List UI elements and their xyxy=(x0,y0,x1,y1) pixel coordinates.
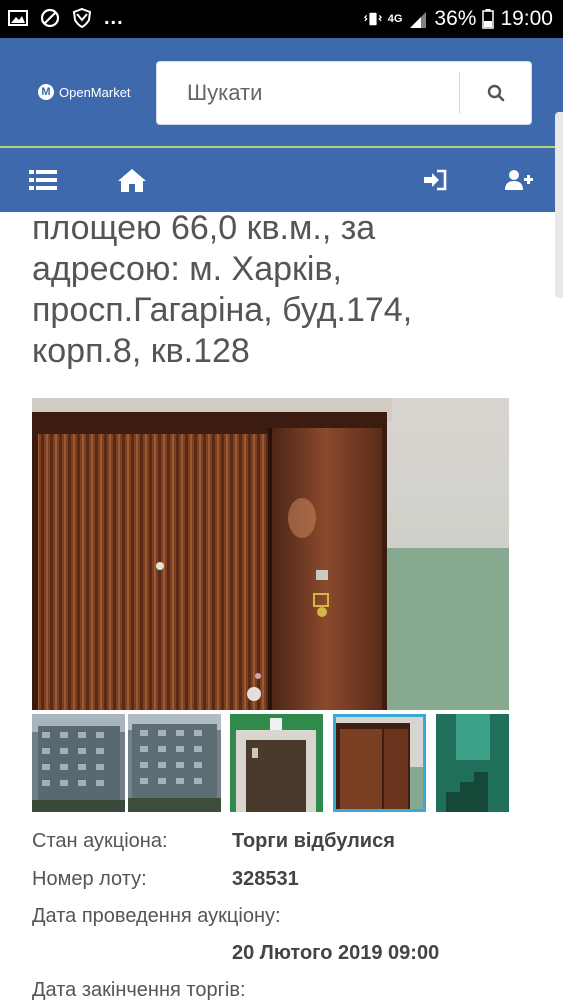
more-notifications: ... xyxy=(104,7,124,29)
detail-row-status: Стан аукціона: Торги відбулися xyxy=(32,830,532,856)
blocked-notification-icon xyxy=(40,8,60,28)
shield-notification-icon xyxy=(72,8,92,28)
menu-button[interactable] xyxy=(28,166,58,194)
detail-label: Дата проведення аукціону: xyxy=(32,905,281,927)
building-thumb-image xyxy=(32,714,125,812)
lot-title: площею 66,0 кв.м., за адресою: м. Харків… xyxy=(32,208,532,372)
logo-icon: M xyxy=(38,84,54,100)
vibrate-icon xyxy=(363,12,382,26)
title-line: просп.Гагаріна, буд.174, xyxy=(32,291,413,329)
detail-label: Номер лоту: xyxy=(32,868,147,890)
thumbnail-selected[interactable] xyxy=(333,714,426,812)
user-plus-icon xyxy=(505,170,533,190)
logo-text: OpenMarket xyxy=(59,84,131,100)
search-box xyxy=(156,61,532,125)
building-thumb-image xyxy=(128,714,221,812)
signal-icon xyxy=(410,12,427,28)
home-button[interactable] xyxy=(117,166,147,194)
sign-in-icon xyxy=(424,169,447,191)
scrollbar[interactable] xyxy=(555,112,563,298)
door-photo-image xyxy=(32,398,509,710)
thumbnail[interactable] xyxy=(128,714,221,812)
home-icon xyxy=(118,169,146,192)
site-header: M OpenMarket xyxy=(0,38,563,146)
network-type: 4G xyxy=(387,13,403,25)
detail-label: Стан аукціона: xyxy=(32,830,168,852)
detail-value: 328531 xyxy=(232,868,299,890)
main-photo[interactable] xyxy=(32,398,509,710)
clock: 19:00 xyxy=(500,7,553,30)
sign-in-button[interactable] xyxy=(420,166,450,194)
battery-icon xyxy=(482,9,495,29)
title-line: площею 66,0 кв.м., за xyxy=(32,209,376,247)
search-icon xyxy=(487,84,505,102)
status-bar: ... 4G 36% 19:00 xyxy=(0,0,563,38)
thumbnail[interactable] xyxy=(436,714,509,812)
door-thumb-image xyxy=(336,717,423,809)
thumbnail[interactable] xyxy=(32,714,125,812)
search-input[interactable] xyxy=(157,62,459,124)
gallery-notification-icon xyxy=(8,10,28,26)
detail-value: 20 Лютого 2019 09:00 xyxy=(232,942,440,964)
search-button[interactable] xyxy=(460,62,532,124)
title-line: адресою: м. Харків, xyxy=(32,250,342,288)
list-icon xyxy=(29,170,57,190)
entrance-thumb-image xyxy=(230,714,323,812)
detail-row-end-date: Дата закінчення торгів: xyxy=(32,979,532,1000)
stairwell-thumb-image xyxy=(436,714,509,812)
title-line: корп.8, кв.128 xyxy=(32,332,250,370)
register-button[interactable] xyxy=(504,166,534,194)
thumbnail-strip xyxy=(32,714,509,812)
thumbnail[interactable] xyxy=(230,714,323,812)
detail-row-auction-date-value: 20 Лютого 2019 09:00 xyxy=(32,942,532,968)
detail-value: Торги відбулися xyxy=(232,830,395,852)
detail-row-auction-date: Дата проведення аукціону: xyxy=(32,905,532,931)
nav-bar xyxy=(0,148,563,212)
battery-percent: 36% xyxy=(434,7,477,30)
detail-row-lot-number: Номер лоту: 328531 xyxy=(32,868,532,894)
openmarket-logo[interactable]: M OpenMarket xyxy=(38,84,131,100)
detail-label: Дата закінчення торгів: xyxy=(32,979,246,1000)
